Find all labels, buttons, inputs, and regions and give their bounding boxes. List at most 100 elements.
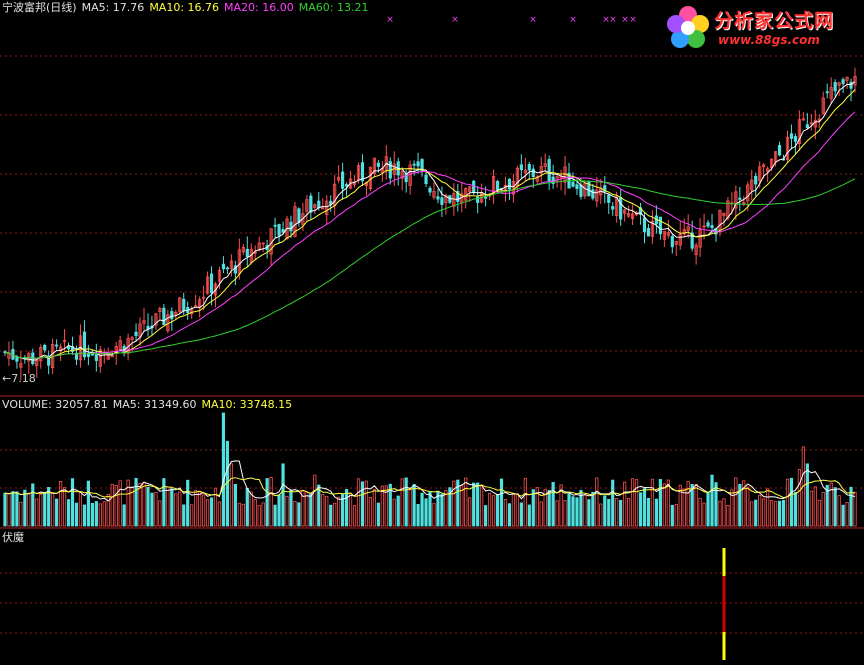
volume-bar (329, 504, 333, 527)
volume-bar (607, 498, 611, 527)
volume-bar (841, 504, 845, 527)
volume-bar (269, 477, 273, 527)
volume-bar (134, 477, 138, 527)
volume-bar (821, 492, 825, 527)
volume-bar (90, 502, 94, 527)
stock-chart-window: { "header": { "stock_name": "宁波富邦(日线)", … (0, 0, 864, 665)
volume-bar (213, 487, 218, 527)
volume-bar (309, 493, 313, 527)
price-candle (571, 181, 575, 187)
signal-cross-marker: × (529, 15, 537, 25)
volume-bar (233, 483, 237, 527)
volume-bar (499, 478, 504, 527)
volume-bar (43, 492, 47, 527)
ma60-value: MA60: 13.21 (298, 1, 369, 14)
price-panel-header: 宁波富邦(日线) MA5: 17.76 MA10: 16.76 MA20: 16.00… (2, 1, 373, 15)
volume-bar (154, 492, 158, 527)
price-candle (789, 133, 794, 139)
volume-bar (583, 494, 587, 527)
volume-bar (122, 504, 126, 527)
price-candle (440, 197, 444, 205)
volume-bar (595, 477, 599, 527)
volume-ma5-value: MA5: 31349.60 (112, 398, 197, 411)
volume-bar (273, 504, 277, 527)
volume-bar (325, 496, 329, 527)
price-candle (376, 162, 380, 167)
price-candle (841, 79, 845, 84)
volume-bar (404, 477, 408, 527)
price-candle (134, 331, 138, 337)
volume-bar (603, 495, 607, 527)
volume-bar (726, 505, 730, 527)
volume-bar (650, 478, 655, 527)
volume-bar (229, 463, 233, 527)
volume-bar (662, 483, 666, 527)
volume-bar (515, 493, 519, 527)
price-candle (642, 217, 647, 233)
price-candle (170, 311, 174, 320)
volume-bar (265, 478, 269, 527)
volume-bar (400, 478, 404, 527)
volume-bar (630, 478, 635, 527)
signal-bar-bottom (722, 632, 726, 660)
volume-bar (428, 491, 432, 527)
volume-bar (245, 487, 249, 527)
volume-bar (372, 489, 376, 527)
volume-bar (484, 505, 488, 527)
signal-cross-marker: × (451, 15, 459, 25)
price-candle (833, 82, 837, 92)
volume-bar (360, 481, 365, 527)
price-candle (209, 273, 214, 294)
price-candle (344, 184, 349, 187)
price-candle (15, 356, 19, 362)
volume-bar (70, 478, 75, 527)
volume-bar (781, 499, 786, 527)
volume-bar (472, 482, 476, 527)
volume-bar (694, 483, 698, 527)
price-candle (182, 298, 186, 312)
volume-bar (587, 499, 591, 527)
price-candle (527, 164, 531, 171)
price-candle (575, 184, 579, 189)
volume-bar (706, 491, 710, 527)
volume-bar (55, 498, 59, 527)
price-candle (805, 124, 809, 129)
volume-bar (158, 500, 162, 527)
price-candle (297, 208, 301, 223)
chart-canvas: × × × × × × × × (0, 15, 864, 660)
volume-bar (3, 492, 7, 527)
price-candle (317, 200, 321, 209)
volume-bar (710, 474, 714, 527)
volume-bar (114, 485, 118, 527)
volume-bar (201, 494, 206, 527)
volume-bar (468, 497, 472, 527)
volume-bar (702, 502, 706, 527)
volume-bar (698, 497, 702, 527)
signal-cross-marker: × (609, 15, 617, 25)
price-candle (289, 221, 293, 232)
volume-bar (293, 501, 297, 527)
volume-bar (27, 492, 31, 527)
volume-bar (674, 503, 678, 527)
volume-bar (845, 502, 849, 527)
volume-bar (198, 491, 202, 527)
volume-bar (35, 498, 39, 527)
price-candle (424, 174, 428, 185)
volume-bar (658, 479, 662, 527)
volume-bar (186, 479, 190, 527)
volume-bar (62, 487, 67, 527)
volume-bar (253, 499, 257, 527)
ma20-line (4, 111, 856, 359)
volume-bar (480, 484, 484, 527)
volume-bar (762, 498, 766, 527)
volume-bar (770, 500, 774, 527)
signal-cross-marker: × (629, 15, 637, 25)
volume-bar (750, 501, 754, 527)
ma20-value: MA20: 16.00 (224, 1, 294, 14)
volume-bar (78, 492, 83, 527)
volume-bar (221, 412, 226, 527)
volume-bar (344, 489, 349, 527)
volume-bar (142, 481, 146, 527)
volume-bar (277, 494, 281, 527)
volume-bar (348, 492, 353, 527)
